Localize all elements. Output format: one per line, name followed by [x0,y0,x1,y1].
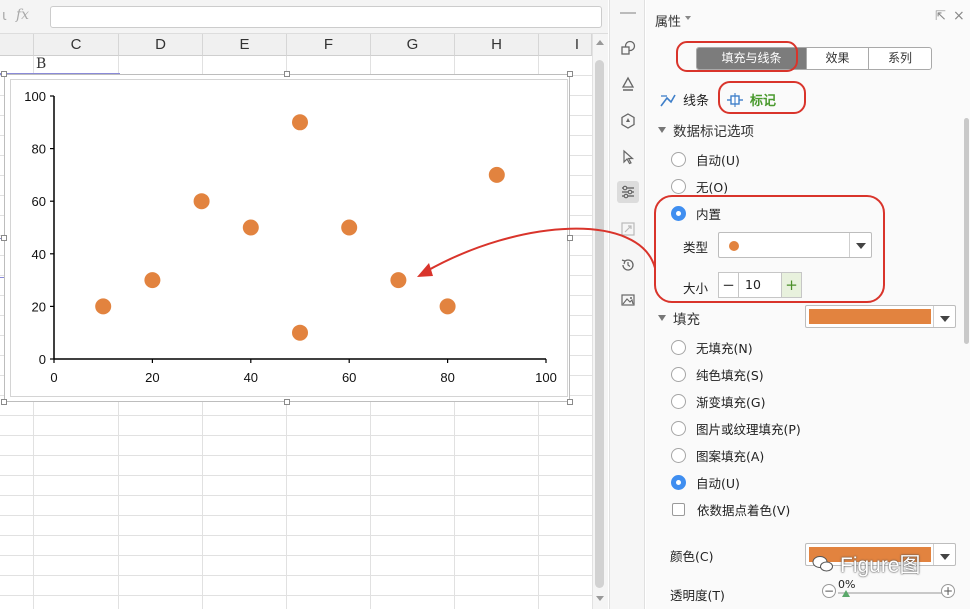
scatter-point[interactable] [242,219,259,236]
pin-icon[interactable]: ⇱ [935,9,946,24]
scatter-point[interactable] [95,298,112,315]
section-marker-options[interactable]: 数据标记选项 [658,120,754,140]
fill-color-dropdown[interactable] [805,305,956,328]
x-tick-label: 20 [145,370,159,385]
fill-color-swatch [809,309,931,324]
radio-fill-picture[interactable]: 图片或纹理填充(P) [671,419,801,438]
scatter-point[interactable] [193,193,210,210]
subtab-line-label: 线条 [683,94,710,109]
y-tick-label: 40 [32,247,46,262]
radio-label: 无(O) [696,180,729,195]
subtab-line[interactable]: 线条 [659,90,709,109]
transform-icon[interactable] [617,218,639,240]
line-icon [660,94,676,106]
radio-fill-pattern[interactable]: 图案填充(A) [671,446,764,465]
scatter-point[interactable] [488,166,505,183]
scatter-point[interactable] [439,298,456,315]
chevron-down-icon[interactable] [685,16,691,20]
transparency-plus-button[interactable]: + [941,584,955,598]
panel-scrollbar[interactable] [964,118,969,344]
history-icon[interactable] [617,254,639,276]
scatter-point[interactable] [292,324,308,341]
radio-button[interactable] [671,152,686,167]
radio-fill-gradient[interactable]: 渐变填充(G) [671,392,765,411]
radio-button[interactable] [671,421,686,436]
panel-title[interactable]: 属性 [655,11,681,30]
collapse-triangle-icon[interactable] [658,127,666,133]
strip-grip-icon [620,12,636,14]
section-title: 填充 [673,312,700,328]
fill-icon[interactable] [617,73,639,95]
radio-fill-none[interactable]: 无填充(N) [671,338,753,357]
y-tick-label: 100 [24,89,46,104]
radio-label: 图片或纹理填充(P) [696,422,801,437]
chat-logo-icon [812,556,833,572]
radio-marker-auto[interactable]: 自动(U) [671,150,740,169]
close-icon[interactable]: × [953,8,965,24]
cursor-icon[interactable] [617,146,639,168]
radio-label: 渐变填充(G) [696,395,766,410]
shapes-icon[interactable] [617,37,639,59]
checkbox[interactable] [672,503,685,516]
color-label: 颜色(C) [670,549,714,564]
radio-button-selected[interactable] [671,475,686,490]
slider-knob[interactable] [842,590,850,597]
section-fill[interactable]: 填充 [658,308,700,328]
radio-label: 自动(U) [696,153,740,168]
sliders-icon[interactable] [617,181,639,203]
chevron-down-icon[interactable] [933,544,955,565]
hexagon-icon[interactable] [617,110,639,132]
x-tick-label: 100 [535,370,557,385]
vary-colors-checkbox[interactable]: 依数据点着色(V) [672,500,790,519]
scatter-point[interactable] [292,114,308,131]
radio-marker-none[interactable]: 无(O) [671,177,728,196]
annotation-builtin-highlight [654,195,885,303]
tab-series[interactable]: 系列 [869,48,931,69]
checkbox-label: 依数据点着色(V) [697,503,791,518]
x-tick-label: 0 [50,370,57,385]
x-tick-label: 80 [440,370,454,385]
section-title: 数据标记选项 [673,124,754,140]
radio-button[interactable] [671,340,686,355]
collapse-triangle-icon[interactable] [658,315,666,321]
radio-button[interactable] [671,448,686,463]
y-tick-label: 0 [39,352,46,367]
chevron-down-icon[interactable] [933,306,955,327]
radio-label: 无填充(N) [696,341,753,356]
radio-fill-solid[interactable]: 纯色填充(S) [671,365,764,384]
radio-fill-auto[interactable]: 自动(U) [671,473,740,492]
radio-label: 自动(U) [696,476,740,491]
y-tick-label: 20 [32,299,46,314]
image-icon[interactable] [617,289,639,311]
tab-effects[interactable]: 效果 [807,48,869,69]
x-tick-label: 40 [244,370,258,385]
scatter-point[interactable] [144,272,161,289]
radio-button[interactable] [671,179,686,194]
annotation-tab-highlight [676,41,798,72]
radio-label: 纯色填充(S) [696,368,764,383]
scroll-up-arrow-icon[interactable] [596,40,604,45]
scroll-thumb[interactable] [595,60,604,588]
scatter-point[interactable] [341,219,358,236]
properties-panel: 属性 ⇱ × 填充与线条 效果 系列 线条 标记 数据标记选项 自动(U) 无(… [646,0,970,609]
side-toolbar [609,0,645,609]
transparency-label: 透明度(T) [670,588,725,603]
transparency-minus-button[interactable]: − [822,584,836,598]
scatter-point[interactable] [390,272,407,289]
y-tick-label: 80 [32,142,46,157]
radio-label: 图案填充(A) [696,449,765,464]
app-window: ι fx C D E F G H I B 0 20 40 60 80 100 0 20 40 60… [0,0,970,609]
scroll-down-arrow-icon[interactable] [596,596,604,601]
scatter-chart[interactable]: 0 20 40 60 80 100 0 20 40 60 80 100 [0,0,592,420]
radio-button[interactable] [671,367,686,382]
radio-button[interactable] [671,394,686,409]
annotation-marker-highlight [718,81,806,114]
y-tick-label: 60 [32,194,46,209]
transparency-slider[interactable] [838,592,942,594]
x-tick-label: 60 [342,370,356,385]
watermark-text: Figure图 [840,554,921,577]
watermark: Figure图 [812,549,921,579]
